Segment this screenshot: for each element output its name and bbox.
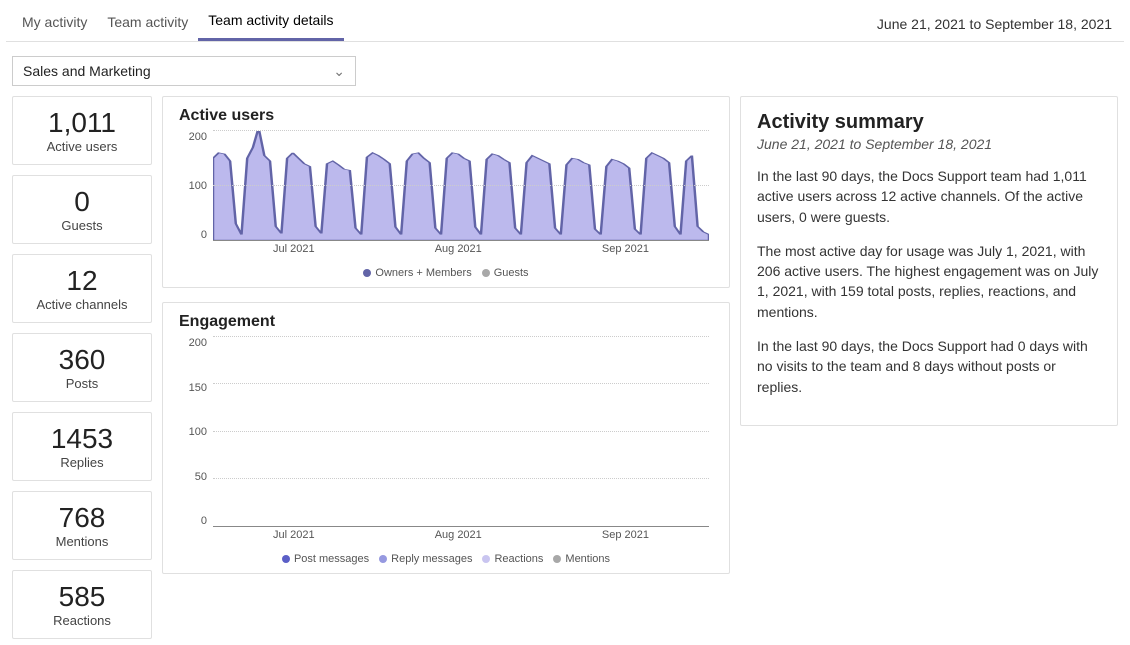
stat-label: Active users (17, 139, 147, 154)
stat-label: Active channels (17, 297, 147, 312)
active-users-chart-card: Active users 2001000 Jul 2021Aug 2021Sep… (162, 96, 730, 288)
engagement-title: Engagement (179, 313, 713, 331)
summary-p3: In the last 90 days, the Docs Support ha… (757, 336, 1101, 397)
summary-p1: In the last 90 days, the Docs Support te… (757, 166, 1101, 227)
stat-value: 0 (17, 186, 147, 218)
tab-team-activity-details[interactable]: Team activity details (198, 6, 343, 41)
team-select[interactable]: Sales and Marketing ⌄ (12, 56, 356, 86)
stat-value: 585 (17, 581, 147, 613)
activity-summary-card: Activity summary June 21, 2021 to Septem… (740, 96, 1118, 426)
stat-card[interactable]: 1453Replies (12, 412, 152, 481)
team-select-value: Sales and Marketing (23, 63, 151, 79)
active-users-plot[interactable]: 2001000 Jul 2021Aug 2021Sep 2021 (179, 131, 713, 261)
stat-value: 1453 (17, 423, 147, 455)
active-users-title: Active users (179, 107, 713, 125)
stat-label: Posts (17, 376, 147, 391)
stat-label: Reactions (17, 613, 147, 628)
stat-value: 768 (17, 502, 147, 534)
tabs-bar: My activity Team activity Team activity … (6, 0, 1124, 42)
active-users-legend: Owners + MembersGuests (179, 261, 713, 279)
stat-label: Replies (17, 455, 147, 470)
stat-card[interactable]: 0Guests (12, 175, 152, 244)
stat-card[interactable]: 360Posts (12, 333, 152, 402)
chevron-down-icon: ⌄ (333, 63, 345, 80)
stat-label: Guests (17, 218, 147, 233)
summary-title: Activity summary (757, 111, 1101, 134)
stats-column: 1,011Active users 0Guests 12Active channel… (12, 96, 152, 639)
engagement-chart-card: Engagement 200150100500 Jul 2021Aug 2021… (162, 302, 730, 574)
stat-card[interactable]: 12Active channels (12, 254, 152, 323)
stat-value: 360 (17, 344, 147, 376)
date-range: June 21, 2021 to September 18, 2021 (871, 8, 1118, 40)
stat-value: 12 (17, 265, 147, 297)
stat-value: 1,011 (17, 107, 147, 139)
summary-subtitle: June 21, 2021 to September 18, 2021 (757, 136, 1101, 152)
stat-card[interactable]: 1,011Active users (12, 96, 152, 165)
stat-label: Mentions (17, 534, 147, 549)
summary-p2: The most active day for usage was July 1… (757, 241, 1101, 322)
stat-card[interactable]: 768Mentions (12, 491, 152, 560)
engagement-plot[interactable]: 200150100500 Jul 2021Aug 2021Sep 2021 (179, 337, 713, 547)
tab-my-activity[interactable]: My activity (12, 8, 97, 40)
engagement-legend: Post messagesReply messagesReactionsMent… (179, 547, 713, 565)
tab-team-activity[interactable]: Team activity (97, 8, 198, 40)
